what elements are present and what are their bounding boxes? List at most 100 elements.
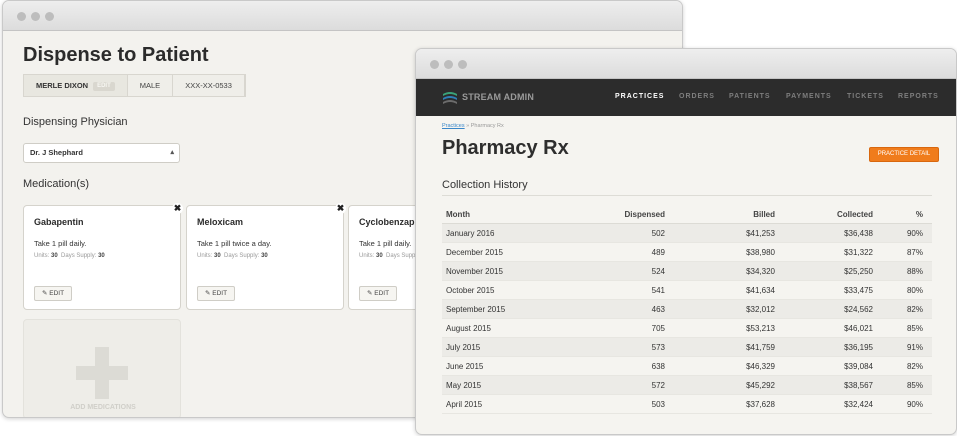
breadcrumb-practices-link[interactable]: Practices [442, 123, 465, 129]
cell-collected: $38,567 [844, 381, 873, 390]
cell-billed: $46,329 [746, 362, 775, 371]
edit-medication-button[interactable]: ✎ EDIT [34, 286, 73, 301]
nav-reports[interactable]: REPORTS [898, 93, 939, 100]
nav-patients[interactable]: PATIENTS [729, 93, 771, 100]
column-header-collected[interactable]: Collected [775, 205, 873, 223]
cell-billed: $41,634 [746, 286, 775, 295]
cell-billed: $53,213 [746, 324, 775, 333]
cell-month: November 2015 [446, 267, 503, 276]
units-label: Units: [34, 253, 50, 259]
column-header-dispensed[interactable]: Dispensed [592, 205, 665, 223]
medication-card: ✖ Gabapentin Take 1 pill daily. Units: 3… [23, 203, 183, 310]
table-row[interactable]: June 2015 638 $46,329 $39,084 82% [442, 357, 932, 376]
supply-label: Days Supply: [224, 253, 260, 259]
remove-medication-icon[interactable]: ✖ [172, 203, 183, 214]
remove-medication-icon[interactable]: ✖ [335, 203, 346, 214]
table-row[interactable]: July 2015 573 $41,759 $36,195 91% [442, 338, 932, 357]
cell-billed: $45,292 [746, 381, 775, 390]
physician-label: Dispensing Physician [23, 116, 128, 128]
cell-month: July 2015 [446, 343, 481, 352]
cell-collected: $25,250 [844, 267, 873, 276]
top-navbar: STREAM ADMIN PRACTICES ORDERS PATIENTS P… [416, 79, 956, 116]
close-window-icon[interactable] [430, 60, 439, 69]
nav-practices[interactable]: PRACTICES [615, 93, 664, 100]
cell-collected: $32,424 [844, 400, 873, 409]
table-row[interactable]: January 2016 502 $41,253 $36,438 90% [442, 224, 932, 243]
cell-collected: $31,322 [844, 248, 873, 257]
table-row[interactable]: December 2015 489 $38,980 $31,322 87% [442, 243, 932, 262]
cell-collected: $36,438 [844, 229, 873, 238]
plus-icon-bar [76, 366, 128, 380]
window-titlebar [416, 49, 956, 79]
add-medications-label: ADD MEDICATIONS [70, 404, 136, 411]
page-title: Dispense to Patient [23, 44, 209, 66]
edit-medication-button[interactable]: ✎ EDIT [359, 286, 398, 301]
cell-billed: $37,628 [746, 400, 775, 409]
section-divider [442, 195, 932, 196]
table-row[interactable]: November 2015 524 $34,320 $25,250 88% [442, 262, 932, 281]
cell-billed: $41,759 [746, 343, 775, 352]
window-titlebar [3, 1, 682, 31]
breadcrumb: Practices » Pharmacy Rx [442, 123, 504, 129]
cell-percent: 82% [906, 362, 923, 371]
edit-medication-button[interactable]: ✎ EDIT [197, 286, 236, 301]
table-row[interactable]: August 2015 705 $53,213 $46,021 85% [442, 319, 932, 338]
physician-select-value: Dr. J Shephard [30, 148, 83, 157]
cell-month: September 2015 [446, 305, 506, 314]
nav-orders[interactable]: ORDERS [679, 93, 715, 100]
patient-name-cell[interactable]: MERLE DIXON EDIT [24, 75, 128, 96]
supply-value: 30 [98, 253, 105, 259]
cell-month: June 2015 [446, 362, 484, 371]
medication-dose: Take 1 pill daily. [34, 239, 87, 248]
stream-logo-icon [443, 92, 457, 104]
supply-label: Days Supply: [61, 253, 97, 259]
cell-collected: $24,562 [844, 305, 873, 314]
cell-percent: 80% [906, 286, 923, 295]
breadcrumb-current: Pharmacy Rx [470, 123, 504, 129]
column-header-month[interactable]: Month [442, 205, 592, 223]
edit-icon: ✎ [367, 290, 373, 297]
column-header-percent[interactable]: % [873, 205, 927, 223]
medication-dose: Take 1 pill daily. [359, 239, 412, 248]
add-medications-button[interactable]: ADD MEDICATIONS [23, 319, 181, 417]
cell-dispensed: 503 [651, 400, 665, 409]
physician-select[interactable]: Dr. J Shephard ▴ [23, 143, 180, 163]
medication-name: Gabapentin [34, 217, 84, 227]
cell-month: May 2015 [446, 381, 482, 390]
medication-name: Meloxicam [197, 217, 244, 227]
table-row[interactable]: October 2015 541 $41,634 $33,475 80% [442, 281, 932, 300]
collection-history-heading: Collection History [442, 179, 528, 191]
close-window-icon[interactable] [17, 12, 26, 21]
nav-tickets[interactable]: TICKETS [847, 93, 884, 100]
medication-meta: Units: 30 Days Supply: 30 [197, 253, 268, 259]
cell-month: January 2016 [446, 229, 495, 238]
cell-percent: 90% [906, 400, 923, 409]
cell-dispensed: 638 [651, 362, 665, 371]
cell-percent: 91% [906, 343, 923, 352]
cell-dispensed: 489 [651, 248, 665, 257]
units-label: Units: [197, 253, 213, 259]
table-row[interactable]: April 2015 503 $37,628 $32,424 90% [442, 395, 932, 414]
nav-payments[interactable]: PAYMENTS [786, 93, 832, 100]
table-row[interactable]: September 2015 463 $32,012 $24,562 82% [442, 300, 932, 319]
maximize-window-icon[interactable] [45, 12, 54, 21]
table-body: January 2016 502 $41,253 $36,438 90% December… [442, 224, 932, 414]
maximize-window-icon[interactable] [458, 60, 467, 69]
minimize-window-icon[interactable] [31, 12, 40, 21]
patient-edit-badge[interactable]: EDIT [93, 82, 115, 91]
column-header-billed[interactable]: Billed [665, 205, 775, 223]
brand-name: STREAM ADMIN [462, 92, 535, 102]
cell-collected: $36,195 [844, 343, 873, 352]
cell-percent: 87% [906, 248, 923, 257]
cell-collected: $46,021 [844, 324, 873, 333]
patient-id: XXX-XX-0533 [173, 75, 245, 96]
cell-collected: $39,084 [844, 362, 873, 371]
cell-dispensed: 572 [651, 381, 665, 390]
practice-detail-button[interactable]: PRACTICE DETAIL [869, 147, 939, 162]
table-row[interactable]: May 2015 572 $45,292 $38,567 85% [442, 376, 932, 395]
cell-month: August 2015 [446, 324, 491, 333]
units-value: 30 [214, 253, 221, 259]
minimize-window-icon[interactable] [444, 60, 453, 69]
cell-percent: 88% [906, 267, 923, 276]
medications-label: Medication(s) [23, 178, 90, 190]
